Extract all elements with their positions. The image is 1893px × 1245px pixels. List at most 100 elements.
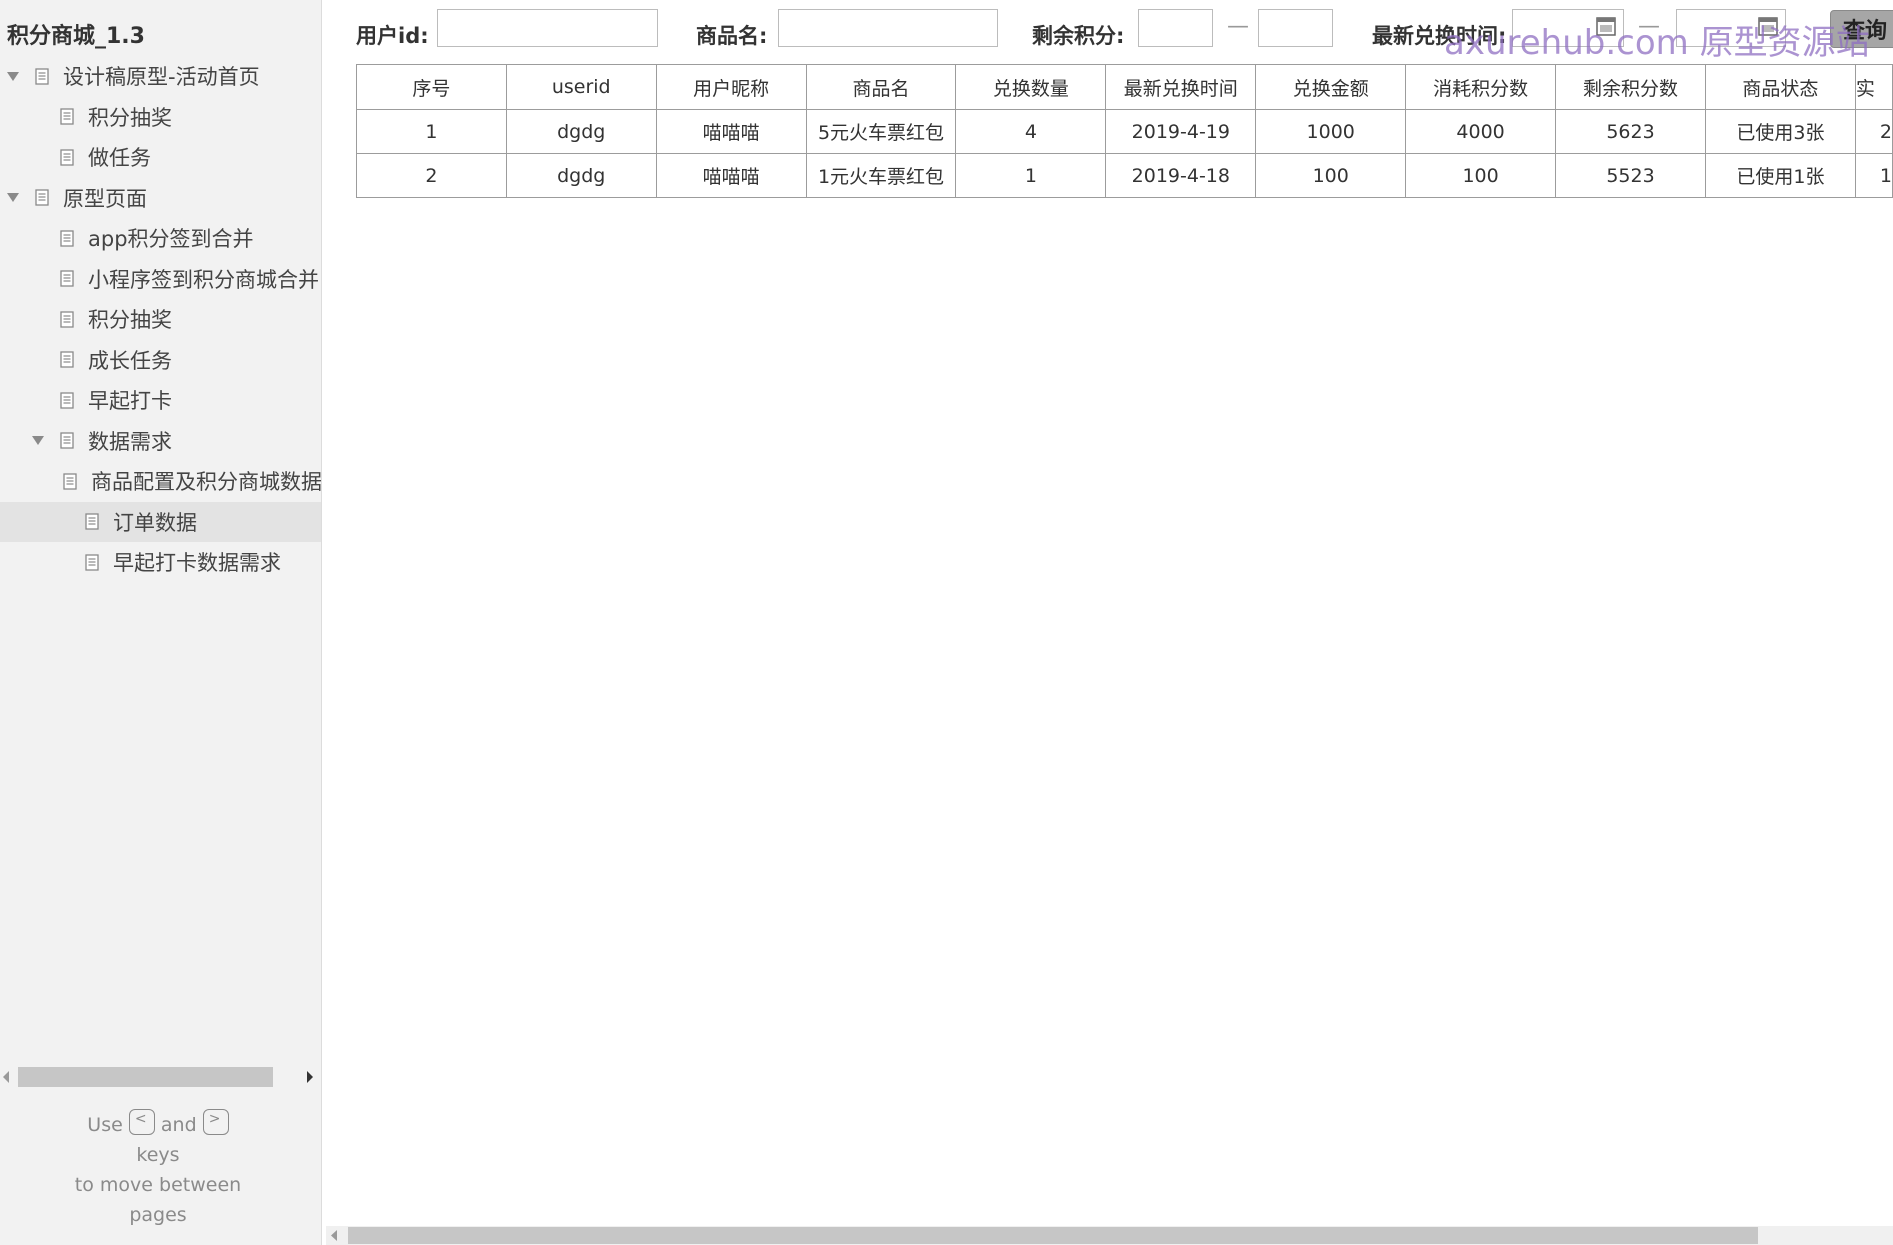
sidebar-scroll-thumb[interactable] (18, 1067, 273, 1087)
keyboard-hint: Use < and > keys to move between pages (0, 1108, 316, 1230)
page-icon (60, 432, 74, 449)
tree-item[interactable]: 早起打卡数据需求 (0, 542, 321, 582)
hint-keys-text: keys (136, 1144, 180, 1166)
table-cell: 2 (356, 153, 507, 198)
tree-item[interactable]: 早起打卡 (0, 380, 321, 420)
table-cell: 2019-4-18 (1105, 153, 1257, 198)
tree-item[interactable]: 原型页面 (0, 178, 321, 218)
table-row: 2 dgdg 喵喵喵 1元火车票红包 1 2019-4-18 100 100 5523 已使用1张… (356, 153, 1893, 198)
table-cell: 2019-4-19 (1105, 109, 1257, 154)
tree-item-label: 原型页面 (63, 186, 147, 211)
tree-item-label: 积分抽奖 (88, 105, 172, 130)
table-cell: 喵喵喵 (655, 109, 807, 154)
column-header: 用户昵称 (655, 64, 807, 110)
tree-item-label: 早起打卡 (88, 389, 172, 413)
userid-input[interactable] (437, 9, 658, 47)
hint-and-text: and (160, 1114, 197, 1136)
order-data-table: 序号 userid 用户昵称 商品名 兑换数量 最新兑换时间 兑换金额 消耗积分数 剩余积分数商… (356, 64, 1893, 198)
main-horizontal-scrollbar[interactable] (326, 1226, 1893, 1245)
tree-item[interactable]: 成长任务 (0, 340, 321, 380)
tree-item[interactable]: 积分抽奖 (0, 97, 321, 137)
tree-item-label: app积分签到合并 (88, 227, 254, 251)
column-header: 序号 (356, 64, 507, 110)
column-header: 消耗积分数 (1405, 64, 1557, 110)
page-icon (60, 229, 74, 247)
tree-item-label: 小程序签到积分商城合并 (88, 267, 319, 292)
table-cell: 5元火车票红包 (805, 109, 957, 154)
table-cell: 4000 (1405, 109, 1557, 154)
scroll-right-arrow-icon[interactable] (306, 1071, 314, 1083)
tree-item-label: 订单数据 (113, 510, 197, 535)
column-header: userid (505, 64, 657, 110)
table-cell: 2 (1854, 109, 1893, 154)
tree-item[interactable]: 商品配置及积分商城数据 (0, 461, 321, 501)
expand-triangle-icon[interactable] (32, 435, 44, 447)
page-icon (85, 553, 99, 571)
tree-item-label: 做任务 (88, 146, 151, 170)
tree-item[interactable]: 订单数据 (0, 501, 321, 542)
table-cell: 已使用1张 (1704, 153, 1856, 198)
tree-item[interactable]: 数据需求 (0, 421, 321, 461)
table-cell: 1 (356, 109, 507, 154)
column-header: 商品状态 (1704, 64, 1856, 110)
scroll-left-arrow-icon[interactable] (2, 1071, 10, 1083)
page-icon (85, 513, 99, 530)
hint-use-text: Use (87, 1114, 123, 1136)
next-page-key-icon: > (202, 1108, 229, 1135)
table-cell: dgdg (505, 109, 657, 154)
points-range-dash: — (1227, 14, 1249, 39)
page-icon (60, 148, 74, 166)
column-header: 兑换金额 (1255, 64, 1407, 110)
scroll-left-arrow-icon[interactable] (330, 1230, 338, 1241)
column-header: 剩余积分数 (1555, 64, 1706, 110)
tree-item-label: 数据需求 (88, 429, 172, 454)
expand-triangle-icon[interactable] (7, 192, 19, 204)
column-header: 最新兑换时间 (1105, 64, 1257, 110)
latest-exchange-time-label: 最新兑换时间: (1372, 24, 1507, 48)
points-max-input[interactable] (1258, 9, 1333, 47)
hint-pages-text: pages (129, 1204, 187, 1226)
tree-item[interactable]: 小程序签到积分商城合并 (0, 259, 321, 299)
table-cell: 1元火车票红包 (805, 153, 957, 198)
time-range-dash: — (1638, 14, 1660, 39)
column-header: 兑换数量 (955, 64, 1107, 110)
tree-item[interactable]: app积分签到合并 (0, 218, 321, 258)
table-cell: 100 (1405, 153, 1557, 198)
table-cell: 喵喵喵 (655, 153, 807, 198)
calendar-icon[interactable] (1596, 16, 1616, 36)
page-icon (60, 351, 74, 368)
sidebar: 积分商城_1.3 设计稿原型-活动首页 积分抽奖 做任务 原型页面 app积分签到合并小… (0, 0, 322, 1245)
points-min-input[interactable] (1138, 9, 1213, 47)
tree-item[interactable]: 做任务 (0, 137, 321, 177)
page-icon (60, 270, 74, 287)
table-cell: 4 (955, 109, 1107, 154)
table-cell: 1000 (1255, 109, 1407, 154)
query-button[interactable]: 查询 (1830, 10, 1893, 48)
sidebar-horizontal-scrollbar[interactable] (0, 1066, 321, 1088)
table-cell: 1 (1854, 153, 1893, 198)
table-cell: 5623 (1555, 109, 1706, 154)
calendar-icon[interactable] (1758, 16, 1778, 36)
page-icon (60, 391, 74, 409)
tree-item-label: 早起打卡数据需求 (113, 551, 281, 575)
tree-item[interactable]: 积分抽奖 (0, 299, 321, 339)
project-title: 积分商城_1.3 (7, 24, 145, 49)
tree-item-label: 成长任务 (88, 348, 172, 373)
tree-item[interactable]: 设计稿原型-活动首页 (0, 56, 321, 96)
tree-item-label: 积分抽奖 (88, 308, 172, 332)
tree-item-label: 设计稿原型-活动首页 (63, 65, 260, 89)
page-icon (60, 108, 74, 125)
table-cell: 5523 (1555, 153, 1706, 198)
page-icon (35, 189, 49, 206)
table-cell: 已使用3张 (1704, 109, 1856, 154)
main-scroll-thumb[interactable] (348, 1227, 1758, 1244)
product-name-input[interactable] (778, 9, 998, 47)
remaining-points-label: 剩余积分: (1032, 24, 1125, 48)
table-cell: 1 (955, 153, 1107, 198)
table-cell: 100 (1255, 153, 1407, 198)
expand-triangle-icon[interactable] (7, 70, 19, 82)
column-header: 实 (1854, 64, 1893, 110)
page-icon (60, 310, 74, 328)
previous-page-key-icon: < (128, 1108, 155, 1135)
hint-move-text: to move between (74, 1174, 242, 1196)
